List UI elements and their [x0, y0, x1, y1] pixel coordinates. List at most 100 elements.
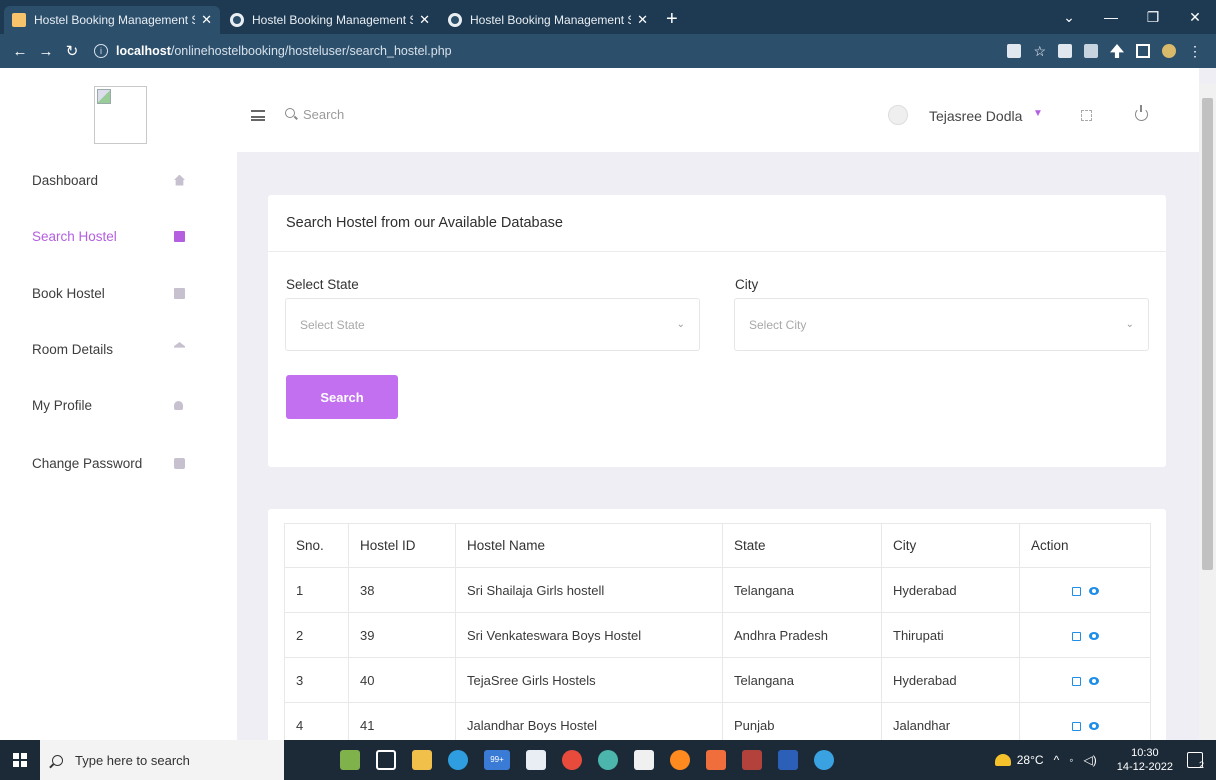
sidebar-item-change-password[interactable]: Change Password	[0, 443, 237, 483]
extension-icon[interactable]	[1084, 44, 1098, 58]
table-row: 1 38 Sri Shailaja Girls hostell Telangan…	[284, 567, 1151, 613]
new-tab-button[interactable]: +	[658, 6, 686, 34]
table-row: 2 39 Sri Venkateswara Boys Hostel Andhra…	[284, 612, 1151, 658]
menu-dots-icon[interactable]: ⋮	[1188, 43, 1202, 60]
help-app-icon[interactable]	[814, 750, 834, 770]
reload-icon[interactable]: ↻	[60, 42, 84, 60]
winrar-app-icon[interactable]	[742, 750, 762, 770]
sidebar-item-search-hostel[interactable]: Search Hostel	[0, 216, 237, 256]
chrome-app-icon[interactable]	[598, 750, 618, 770]
edit-icon[interactable]	[1071, 721, 1081, 731]
cell-state: Telangana	[722, 567, 882, 613]
cell-state: Andhra Pradesh	[722, 612, 882, 658]
sidebar-item-label: Dashboard	[32, 172, 99, 188]
url-field[interactable]: i localhost /onlinehostelbooking/hostelu…	[86, 38, 1007, 64]
tab-search-icon[interactable]: ⌄	[1048, 9, 1090, 26]
fullscreen-icon[interactable]	[1081, 110, 1092, 121]
edit-icon[interactable]	[1071, 631, 1081, 641]
view-eye-icon[interactable]	[1088, 587, 1099, 596]
divider	[268, 251, 1166, 252]
store-app-icon[interactable]	[526, 750, 546, 770]
browser-tab-3[interactable]: Hostel Booking Management Sys ✕	[440, 6, 656, 34]
search-button[interactable]: Search	[286, 375, 398, 419]
close-tab-icon[interactable]: ✕	[419, 12, 430, 28]
chevron-down-icon[interactable]: ▼	[1033, 108, 1043, 119]
cell-action	[1019, 657, 1151, 703]
sidebar-item-label: Change Password	[32, 455, 143, 471]
hamburger-menu-icon[interactable]	[251, 110, 265, 121]
xampp-app-icon[interactable]	[706, 750, 726, 770]
book-icon	[174, 230, 185, 242]
profile-avatar-icon[interactable]	[1162, 44, 1176, 58]
start-button[interactable]	[0, 740, 40, 780]
window-controls: ⌄ — ❐ ✕	[1048, 0, 1216, 34]
globe-icon	[230, 13, 244, 27]
word-app-icon[interactable]	[778, 750, 798, 770]
mail-app-icon[interactable]: 99+	[484, 750, 510, 770]
search-hostel-card: Search Hostel from our Available Databas…	[268, 195, 1166, 467]
globe-icon	[448, 13, 462, 27]
book-icon	[174, 287, 185, 299]
url-host: localhost	[116, 44, 171, 58]
state-select[interactable]: Select State ⌄	[285, 298, 700, 351]
url-path: /onlinehostelbooking/hosteluser/search_h…	[170, 44, 452, 58]
edit-icon[interactable]	[1071, 586, 1081, 596]
firefox-app-icon[interactable]	[670, 750, 690, 770]
taskbar-search-box[interactable]: Type here to search	[40, 740, 284, 780]
view-eye-icon[interactable]	[1088, 722, 1099, 731]
cell-state: Telangana	[722, 657, 882, 703]
volume-icon[interactable]: ◁)	[1083, 753, 1096, 767]
puzzle-icon[interactable]	[1110, 44, 1124, 58]
close-tab-icon[interactable]: ✕	[201, 12, 212, 28]
bamboo-app-icon[interactable]	[340, 750, 360, 770]
browser-tab-1[interactable]: Hostel Booking Management Sys ✕	[4, 6, 220, 34]
city-select[interactable]: Select City ⌄	[734, 298, 1149, 351]
forward-arrow-icon[interactable]: →	[34, 43, 58, 60]
edit-icon[interactable]	[1071, 676, 1081, 686]
search-input[interactable]	[303, 104, 503, 124]
sidebar-item-my-profile[interactable]: My Profile	[0, 385, 237, 425]
side-panel-icon[interactable]	[1136, 44, 1150, 58]
time: 10:30	[1131, 747, 1159, 759]
sidebar-item-room-details[interactable]: Room Details	[0, 329, 237, 369]
file-explorer-icon[interactable]	[412, 750, 432, 770]
task-view-icon[interactable]	[376, 750, 396, 770]
network-icon[interactable]: ◦	[1069, 753, 1073, 767]
extension-icon[interactable]	[1058, 44, 1072, 58]
tab-title: Hostel Booking Management Sys	[252, 13, 414, 27]
lock-icon	[174, 457, 185, 469]
minimize-button[interactable]: —	[1090, 9, 1132, 25]
browser-tab-2[interactable]: Hostel Booking Management Sys ✕	[222, 6, 438, 34]
back-arrow-icon[interactable]: ←	[8, 43, 32, 60]
chevron-up-icon[interactable]: ^	[1054, 753, 1060, 767]
close-tab-icon[interactable]: ✕	[637, 12, 648, 28]
power-logout-icon[interactable]	[1135, 105, 1148, 121]
cell-sno: 2	[284, 612, 349, 658]
clock[interactable]: 10:30 14-12-2022	[1117, 746, 1173, 774]
maximize-button[interactable]: ❐	[1132, 9, 1174, 26]
view-eye-icon[interactable]	[1088, 677, 1099, 686]
column-header: Sno.	[284, 523, 349, 568]
bookmark-star-icon[interactable]: ☆	[1033, 43, 1046, 60]
cell-hostel-name: Sri Venkateswara Boys Hostel	[455, 612, 723, 658]
calculator-app-icon[interactable]	[634, 750, 654, 770]
edge-browser-icon[interactable]	[448, 750, 468, 770]
scrollbar-thumb[interactable]	[1202, 98, 1213, 570]
close-window-button[interactable]: ✕	[1174, 9, 1216, 26]
table-header-row: Sno. Hostel ID Hostel Name State City Ac…	[284, 523, 1151, 568]
notification-count: 2	[1198, 760, 1204, 770]
taskbar-search-text: Type here to search	[75, 752, 190, 768]
user-name[interactable]: Tejasree Dodla	[929, 108, 1022, 124]
cell-hostel-name: Sri Shailaja Girls hostell	[455, 567, 723, 613]
sidebar-item-book-hostel[interactable]: Book Hostel	[0, 273, 237, 313]
info-icon[interactable]: i	[94, 44, 108, 58]
sidebar-item-dashboard[interactable]: Dashboard	[0, 160, 237, 200]
chrome-app-icon[interactable]	[562, 750, 582, 770]
temperature[interactable]: 28°C	[1017, 753, 1044, 767]
search-icon	[285, 108, 295, 118]
share-icon[interactable]	[1007, 44, 1022, 58]
user-avatar-icon[interactable]	[888, 105, 908, 125]
view-eye-icon[interactable]	[1088, 632, 1099, 641]
column-header: Hostel Name	[455, 523, 723, 568]
page-favicon-icon	[12, 13, 26, 27]
